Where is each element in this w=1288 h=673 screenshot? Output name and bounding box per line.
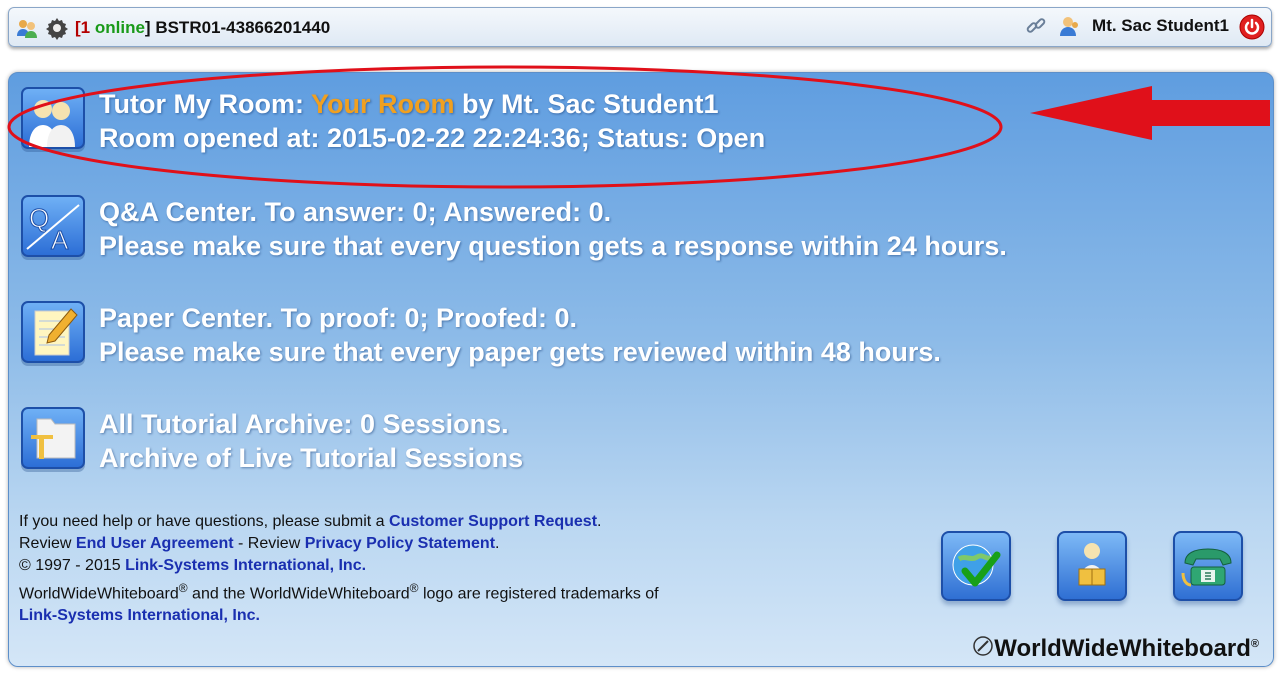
tutor-room-item[interactable]: Tutor My Room: Your Room by Mt. Sac Stud… <box>21 87 765 155</box>
footer-help-line: If you need help or have questions, plea… <box>19 511 659 533</box>
registered-mark-1: ® <box>178 581 188 595</box>
users-icon[interactable] <box>15 16 39 40</box>
paper-center-title[interactable]: Paper Center. To proof: 0; Proofed: 0. <box>99 301 941 335</box>
brand-mark-icon <box>972 635 994 664</box>
footer-company-line: Link-Systems International, Inc. <box>19 605 659 627</box>
qa-center-item[interactable]: Q A Q&A Center. To answer: 0; Answered: … <box>21 195 1007 263</box>
paper-center-item[interactable]: Paper Center. To proof: 0; Proofed: 0. P… <box>21 301 941 369</box>
svg-text:Q: Q <box>29 203 49 233</box>
footer-text: If you need help or have questions, plea… <box>19 511 659 627</box>
archive-text[interactable]: All Tutorial Archive: 0 Sessions. Archiv… <box>99 407 523 475</box>
paper-center-text[interactable]: Paper Center. To proof: 0; Proofed: 0. P… <box>99 301 941 369</box>
main-panel: Tutor My Room: Your Room by Mt. Sac Stud… <box>8 72 1274 667</box>
copyright-text: © 1997 - 2015 <box>19 557 126 574</box>
room-id: BSTR01-43866201440 <box>155 18 331 37</box>
eula-link[interactable]: End User Agreement <box>76 535 234 552</box>
tutor-room-owner: by Mt. Sac Student1 <box>454 89 719 119</box>
online-count: 1 <box>80 18 91 37</box>
room-opened-status: Room opened at: 2015-02-22 22:24:36; Sta… <box>99 123 766 153</box>
archive-subtitle[interactable]: Archive of Live Tutorial Sessions <box>99 441 523 475</box>
company-link-2[interactable]: Link-Systems International, Inc. <box>19 607 260 624</box>
reader-icon[interactable] <box>1057 531 1127 601</box>
help-period: . <box>597 513 602 530</box>
qa-center-note: Please make sure that every question get… <box>99 231 1007 261</box>
brand-registered-mark: ® <box>1250 638 1259 650</box>
trademark-name-2: and the WorldWideWhiteboard <box>187 585 410 603</box>
brand-logo: WorldWideWhiteboard® <box>972 635 1259 664</box>
room-name[interactable]: Your Room <box>311 89 455 119</box>
privacy-policy-link[interactable]: Privacy Policy Statement <box>305 535 495 552</box>
paper-center-note: Please make sure that every paper gets r… <box>99 337 941 367</box>
user-name: Mt. Sac Student1 <box>1092 16 1229 35</box>
tutor-room-title[interactable]: Tutor My Room: Your Room by Mt. Sac Stud… <box>99 87 765 121</box>
globe-check-icon[interactable] <box>941 531 1011 601</box>
svg-text:A: A <box>51 225 69 255</box>
archive-item[interactable]: All Tutorial Archive: 0 Sessions. Archiv… <box>21 407 523 475</box>
online-label: online <box>90 18 145 37</box>
paper-icon[interactable] <box>21 301 85 363</box>
tutor-room-prefix: Tutor My Room: <box>99 89 311 119</box>
review-text-2: - Review <box>233 535 305 552</box>
toolbar-left: [1 online] BSTR01-43866201440 <box>15 16 330 40</box>
help-text: If you need help or have questions, plea… <box>19 513 390 530</box>
telephone-icon[interactable] <box>1173 531 1243 601</box>
qa-center-title[interactable]: Q&A Center. To answer: 0; Answered: 0. <box>99 195 1007 229</box>
room-status-text: [1 online] BSTR01-43866201440 <box>75 18 330 38</box>
review-period: . <box>495 535 500 552</box>
bracket-close: ] <box>144 18 156 37</box>
tutor-room-text[interactable]: Tutor My Room: Your Room by Mt. Sac Stud… <box>99 87 765 155</box>
qa-icon[interactable]: Q A <box>21 195 85 257</box>
footer-trademark-line: WorldWideWhiteboard® and the WorldWideWh… <box>19 577 659 605</box>
gear-icon[interactable] <box>45 16 69 40</box>
company-link[interactable]: Link-Systems International, Inc. <box>125 557 366 574</box>
archive-folder-icon[interactable] <box>21 407 85 469</box>
toolbar-right: Mt. Sac Student1 <box>1024 14 1265 40</box>
trademark-text: logo are registered trademarks of <box>418 585 659 603</box>
customer-support-link[interactable]: Customer Support Request <box>389 513 597 530</box>
qa-center-text[interactable]: Q&A Center. To answer: 0; Answered: 0. P… <box>99 195 1007 263</box>
user-icon[interactable] <box>1058 14 1082 38</box>
footer-copyright-line: © 1997 - 2015 Link-Systems International… <box>19 555 659 577</box>
registered-mark-2: ® <box>409 581 419 595</box>
trademark-name-1: WorldWideWhiteboard <box>19 585 179 603</box>
footer-review-line: Review End User Agreement - Review Priva… <box>19 533 659 555</box>
review-text-1: Review <box>19 535 76 552</box>
power-icon[interactable] <box>1239 14 1265 40</box>
link-icon[interactable] <box>1024 14 1048 38</box>
top-toolbar: [1 online] BSTR01-43866201440 Mt. Sac St… <box>8 7 1272 47</box>
brand-name: WorldWideWhiteboard <box>994 635 1251 662</box>
archive-title[interactable]: All Tutorial Archive: 0 Sessions. <box>99 407 523 441</box>
tutor-room-icon[interactable] <box>21 87 85 149</box>
